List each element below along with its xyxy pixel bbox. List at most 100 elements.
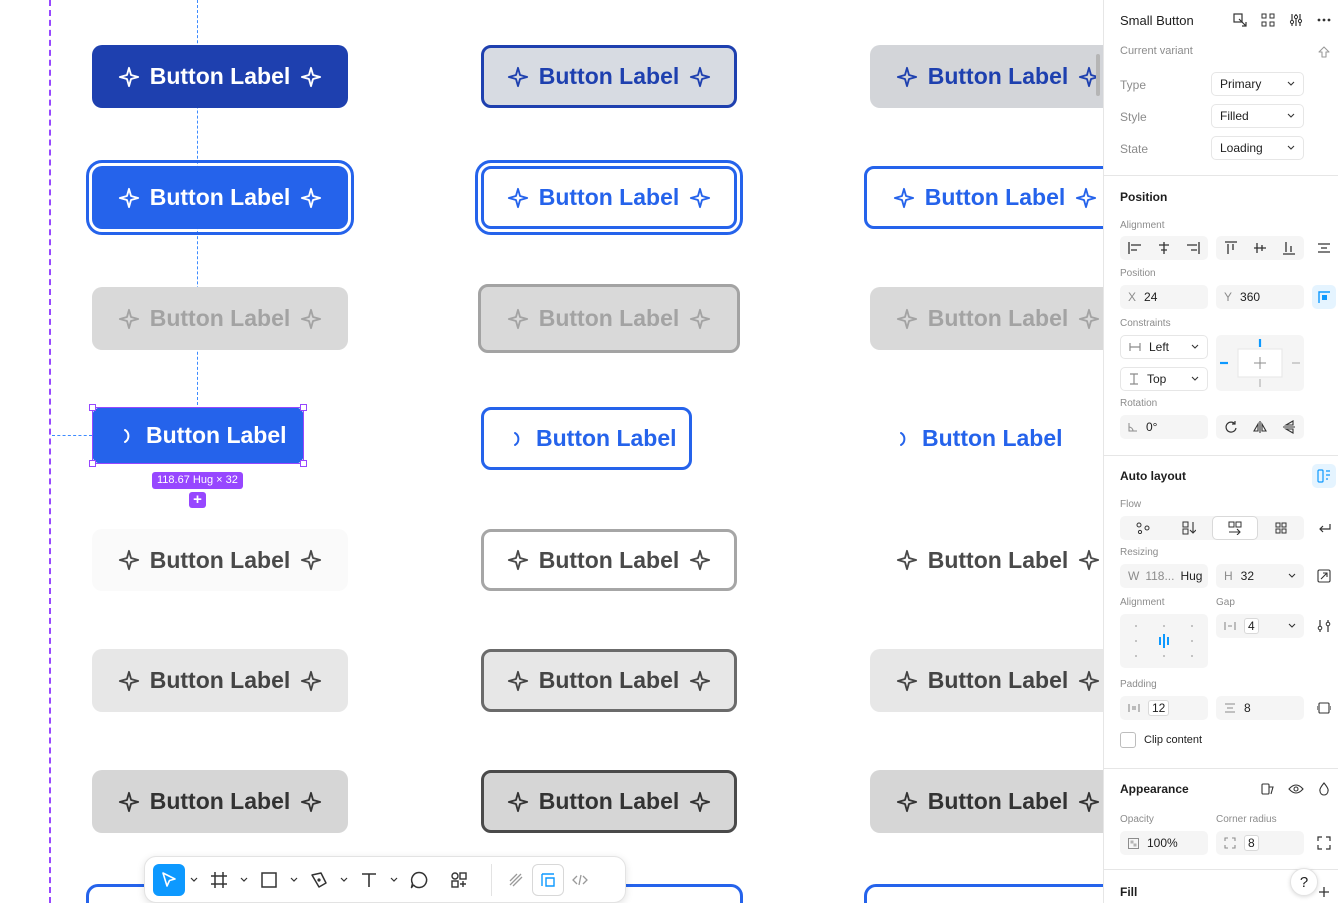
height-field[interactable]: H 32 xyxy=(1216,564,1304,588)
chevron-down-icon xyxy=(1287,145,1295,150)
x-position-field[interactable]: X 24 xyxy=(1120,285,1208,309)
flip-horizontal-button[interactable] xyxy=(1245,415,1274,439)
style-select[interactable]: Filled xyxy=(1211,104,1304,128)
comment-tool-button[interactable] xyxy=(403,864,435,896)
frame-tool-menu[interactable] xyxy=(235,864,253,896)
type-select[interactable]: Primary xyxy=(1211,72,1304,96)
design-canvas[interactable]: Button Label Button Label Button Label B… xyxy=(0,0,1103,903)
align-middle-button[interactable] xyxy=(1245,236,1274,260)
shape-tool-button[interactable] xyxy=(253,864,285,896)
button-partial-row[interactable] xyxy=(864,884,1103,903)
flow-grid-button[interactable] xyxy=(1258,516,1304,540)
button-secondary-outline-pressed[interactable]: Button Label xyxy=(481,770,737,833)
components-tool-button[interactable] xyxy=(443,864,475,896)
flow-freeform-button[interactable] xyxy=(1120,516,1166,540)
align-bottom-button[interactable] xyxy=(1274,236,1303,260)
individual-padding-button[interactable] xyxy=(1312,696,1336,720)
absolute-position-toggle[interactable] xyxy=(1312,285,1336,309)
resizing-label: Resizing xyxy=(1120,547,1159,558)
min-max-size-button[interactable] xyxy=(1312,564,1336,588)
chevron-down-icon xyxy=(1287,81,1295,86)
horizontal-constraint-select[interactable]: Left xyxy=(1120,335,1208,359)
type-label: Type xyxy=(1120,78,1147,92)
dev-mode-button[interactable] xyxy=(564,864,596,896)
reset-variant-button[interactable] xyxy=(1312,40,1336,64)
move-tool-button[interactable] xyxy=(153,863,185,896)
variable-mode-button[interactable] xyxy=(1256,777,1280,801)
sparkle-icon xyxy=(896,308,917,329)
visibility-toggle[interactable] xyxy=(1284,777,1308,801)
constraints-widget[interactable] xyxy=(1216,335,1304,391)
toolbar-divider xyxy=(491,863,492,896)
button-primary-outline-default[interactable]: Button Label xyxy=(481,45,737,108)
text-tool-button[interactable] xyxy=(353,864,385,896)
advanced-layout-button[interactable] xyxy=(1312,614,1336,638)
individual-corners-button[interactable] xyxy=(1312,831,1336,855)
flip-vertical-button[interactable] xyxy=(1274,415,1303,439)
align-right-button[interactable] xyxy=(1178,236,1207,260)
resize-handle[interactable] xyxy=(89,460,96,467)
pen-tool-button[interactable] xyxy=(303,864,335,896)
auto-layout-settings-button[interactable] xyxy=(1312,464,1336,488)
button-primary-filled-default[interactable]: Button Label xyxy=(92,45,348,108)
wrap-button[interactable] xyxy=(1312,516,1336,540)
state-select[interactable]: Loading xyxy=(1211,136,1304,160)
button-primary-outline-loading[interactable]: Button Label xyxy=(481,407,692,470)
vertical-padding-field[interactable]: 8 xyxy=(1216,696,1304,720)
go-to-main-component-button[interactable] xyxy=(1228,8,1252,32)
align-left-button[interactable] xyxy=(1120,236,1149,260)
move-tool-menu[interactable] xyxy=(185,864,203,896)
pen-tool-menu[interactable] xyxy=(335,864,353,896)
button-secondary-filled-pressed[interactable]: Button Label xyxy=(92,770,348,833)
section-divider xyxy=(1104,455,1338,456)
alignment-grid[interactable] xyxy=(1120,614,1208,668)
resize-handle[interactable] xyxy=(300,404,307,411)
button-secondary-ghost-hover[interactable]: Button Label xyxy=(870,649,1103,712)
text-tool-menu[interactable] xyxy=(385,864,403,896)
button-primary-outline-focus[interactable]: Button Label xyxy=(475,160,743,235)
rotation-field[interactable]: 0° xyxy=(1120,415,1208,439)
sparkle-icon xyxy=(507,308,528,329)
y-position-field[interactable]: Y 360 xyxy=(1216,285,1304,309)
button-secondary-outline-hover[interactable]: Button Label xyxy=(481,649,737,712)
draw-mode-button[interactable] xyxy=(500,864,532,896)
flow-vertical-button[interactable] xyxy=(1166,516,1212,540)
clip-content-checkbox[interactable] xyxy=(1120,732,1136,748)
add-auto-layout-button[interactable]: + xyxy=(189,492,206,508)
button-secondary-outline-default[interactable]: Button Label xyxy=(481,529,737,591)
width-field[interactable]: W 118... Hug xyxy=(1120,564,1208,588)
more-options-button[interactable] xyxy=(1312,8,1336,32)
properties-panel: Small Button Current variant Type Primar… xyxy=(1103,0,1338,903)
resize-handle[interactable] xyxy=(300,460,307,467)
frame-tool-button[interactable] xyxy=(203,864,235,896)
instance-settings-button[interactable] xyxy=(1284,8,1308,32)
corner-radius-field[interactable]: 8 xyxy=(1216,831,1304,855)
arrow-right-icon xyxy=(1228,521,1242,535)
horizontal-padding-field[interactable]: 12 xyxy=(1120,696,1208,720)
button-primary-ghost-default[interactable]: Button Label xyxy=(870,45,1103,108)
flow-horizontal-button[interactable] xyxy=(1212,516,1258,540)
rotate-button[interactable] xyxy=(1216,415,1245,439)
vertical-constraint-select[interactable]: Top xyxy=(1120,367,1208,391)
align-top-button[interactable] xyxy=(1216,236,1245,260)
distribute-button[interactable] xyxy=(1312,236,1336,260)
help-button[interactable]: ? xyxy=(1290,868,1318,896)
button-primary-ghost-focus[interactable]: Button Label xyxy=(864,166,1103,229)
blend-mode-button[interactable] xyxy=(1312,777,1336,801)
button-primary-filled-loading[interactable]: Button Label xyxy=(92,407,304,464)
button-secondary-filled-hover[interactable]: Button Label xyxy=(92,649,348,712)
detach-instance-button[interactable] xyxy=(1256,8,1280,32)
design-mode-button[interactable] xyxy=(532,863,564,896)
gap-field[interactable]: 4 xyxy=(1216,614,1304,638)
button-secondary-ghost-pressed[interactable]: Button Label xyxy=(870,770,1103,833)
opacity-field[interactable]: 100% xyxy=(1120,831,1208,855)
sparkle-icon xyxy=(690,187,711,208)
button-secondary-ghost-default[interactable]: Button Label xyxy=(870,529,1103,591)
button-primary-filled-focus[interactable]: Button Label xyxy=(86,160,354,235)
align-center-h-button[interactable] xyxy=(1149,236,1178,260)
button-secondary-filled-default[interactable]: Button Label xyxy=(92,529,348,591)
shape-tool-menu[interactable] xyxy=(285,864,303,896)
button-primary-ghost-loading[interactable]: Button Label xyxy=(870,407,1063,470)
resize-handle[interactable] xyxy=(89,404,96,411)
canvas-scrollbar[interactable] xyxy=(1096,54,1100,96)
